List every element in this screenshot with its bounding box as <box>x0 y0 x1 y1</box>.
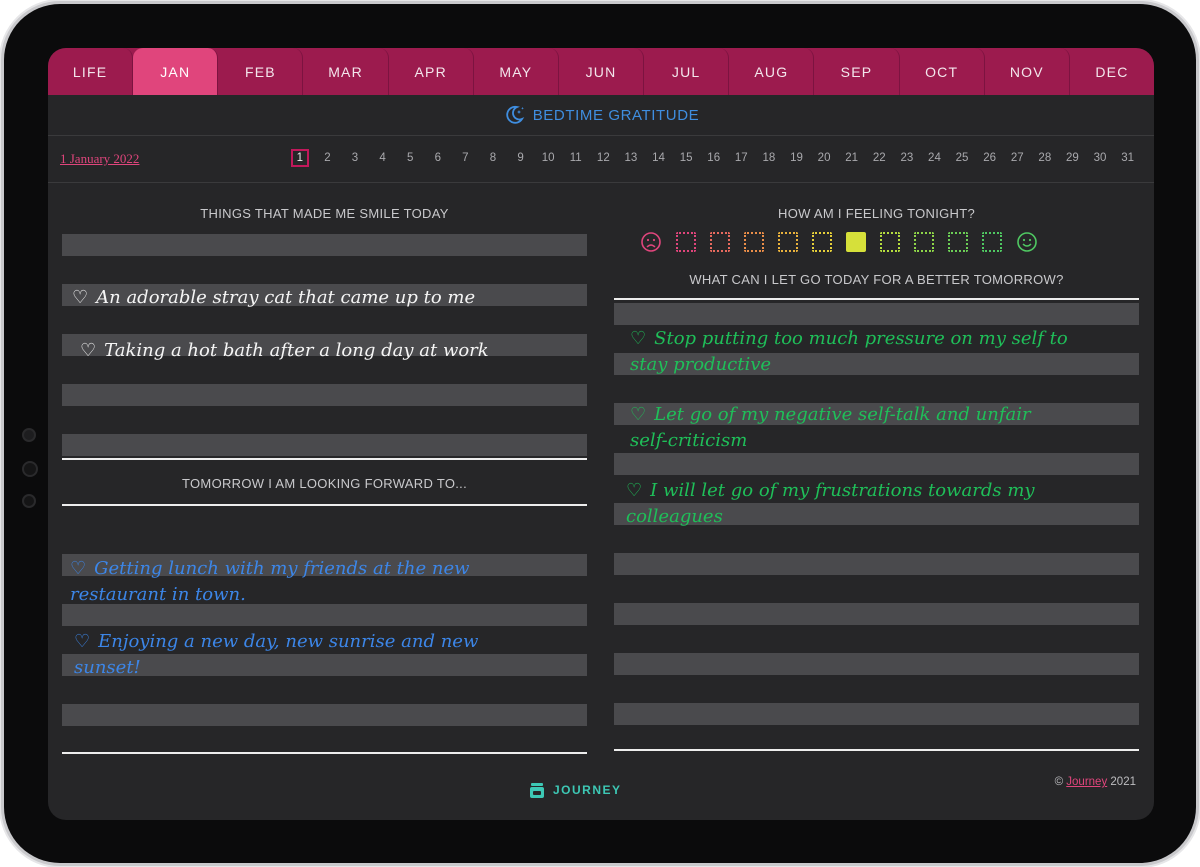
day-21[interactable]: 21 <box>838 147 866 169</box>
smile-heading: THINGS THAT MADE ME SMILE TODAY <box>200 206 449 221</box>
mood-box-6[interactable] <box>846 232 866 252</box>
sensor-dot <box>22 461 38 477</box>
day-13[interactable]: 13 <box>617 147 645 169</box>
month-tab-mar[interactable]: MAR <box>303 48 389 95</box>
day-14[interactable]: 14 <box>645 147 673 169</box>
day-20[interactable]: 20 <box>810 147 838 169</box>
sad-face-icon[interactable] <box>640 231 662 253</box>
mood-box-9[interactable] <box>948 232 968 252</box>
month-tab-life[interactable]: LIFE <box>48 48 134 95</box>
month-tab-dec[interactable]: DEC <box>1070 48 1154 95</box>
sensor-dot-2 <box>22 494 36 508</box>
day-7[interactable]: 7 <box>452 147 480 169</box>
page-title-bar: BEDTIME GRATITUDE <box>48 95 1154 136</box>
month-tab-jan[interactable]: JAN <box>133 48 219 95</box>
day-19[interactable]: 19 <box>783 147 811 169</box>
day-28[interactable]: 28 <box>1031 147 1059 169</box>
day-2[interactable]: 2 <box>314 147 342 169</box>
current-date-link[interactable]: 1 January 2022 <box>60 151 139 167</box>
month-tab-oct[interactable]: OCT <box>900 48 985 95</box>
feeling-heading: HOW AM I FEELING TONIGHT? <box>778 206 975 221</box>
forward-entry[interactable]: ♡ Getting lunch with my friends at the ne… <box>70 530 470 608</box>
heart-icon: ♡ <box>80 340 97 361</box>
heart-icon: ♡ <box>630 404 647 425</box>
month-tab-aug[interactable]: AUG <box>729 48 815 95</box>
happy-face-icon[interactable] <box>1016 231 1038 253</box>
logo-text: JOURNEY <box>553 783 622 797</box>
journey-link[interactable]: Journey <box>1066 776 1107 788</box>
heart-icon: ♡ <box>74 631 91 652</box>
mood-box-7[interactable] <box>880 232 900 252</box>
forward-entry[interactable]: ♡ Enjoying a new day, new sunrise and new… <box>74 603 478 681</box>
day-27[interactable]: 27 <box>1003 147 1031 169</box>
mood-box-3[interactable] <box>744 232 764 252</box>
mood-box-8[interactable] <box>914 232 934 252</box>
journey-jar-icon <box>530 783 544 798</box>
letgo-entry[interactable]: ♡ Let go of my negative self-talk and unf… <box>630 376 1031 454</box>
day-10[interactable]: 10 <box>534 147 562 169</box>
letgo-entry[interactable]: ♡ Stop putting too much pressure on my se… <box>630 300 1068 378</box>
day-29[interactable]: 29 <box>1059 147 1087 169</box>
smile-entry[interactable]: ♡ Taking a hot bath after a long day at w… <box>80 312 489 364</box>
mood-box-4[interactable] <box>778 232 798 252</box>
day-selector-bar: 1 January 2022 1 2 3 4 5 6 7 8 9 10 11 12 13 14 15 16 17… <box>48 136 1154 183</box>
mood-box-5[interactable] <box>812 232 832 252</box>
day-selector: 1 2 3 4 5 6 7 8 9 10 11 12 13 14 15 16 17 18 19 20 21 22 23 24 2… <box>286 147 1141 169</box>
day-11[interactable]: 11 <box>562 147 590 169</box>
day-12[interactable]: 12 <box>590 147 618 169</box>
heart-icon: ♡ <box>626 480 643 501</box>
mood-scale <box>640 231 1038 253</box>
day-5[interactable]: 5 <box>396 147 424 169</box>
heart-icon: ♡ <box>70 558 87 579</box>
day-4[interactable]: 4 <box>369 147 397 169</box>
day-16[interactable]: 16 <box>700 147 728 169</box>
month-tab-sep[interactable]: SEP <box>814 48 900 95</box>
planner-screen: LIFE JAN FEB MAR APR MAY JUN JUL AUG SEP OCT NOV DEC… <box>48 48 1154 820</box>
day-6[interactable]: 6 <box>424 147 452 169</box>
journey-logo[interactable]: JOURNEY <box>528 781 622 799</box>
month-tab-nov[interactable]: NOV <box>985 48 1070 95</box>
month-tab-jun[interactable]: JUN <box>559 48 645 95</box>
forward-heading: TOMORROW I AM LOOKING FORWARD TO... <box>182 476 467 491</box>
month-tab-apr[interactable]: APR <box>389 48 474 95</box>
letgo-heading: WHAT CAN I LET GO TODAY FOR A BETTER TOM… <box>689 272 1064 287</box>
day-23[interactable]: 23 <box>893 147 921 169</box>
mood-box-1[interactable] <box>676 232 696 252</box>
mood-box-2[interactable] <box>710 232 730 252</box>
letgo-entry[interactable]: ♡ I will let go of my frustrations toward… <box>626 452 1035 530</box>
day-15[interactable]: 15 <box>672 147 700 169</box>
page-title: BEDTIME GRATITUDE <box>532 106 700 124</box>
moon-stars-icon <box>505 105 524 124</box>
day-22[interactable]: 22 <box>865 147 893 169</box>
heart-icon: ♡ <box>72 287 89 308</box>
camera-dot <box>22 428 36 442</box>
copyright: © Journey 2021 <box>1054 776 1136 788</box>
day-8[interactable]: 8 <box>479 147 507 169</box>
day-18[interactable]: 18 <box>755 147 783 169</box>
day-24[interactable]: 24 <box>921 147 949 169</box>
day-1[interactable]: 1 <box>286 147 314 169</box>
day-30[interactable]: 30 <box>1086 147 1114 169</box>
mood-box-10[interactable] <box>982 232 1002 252</box>
heart-icon: ♡ <box>630 328 647 349</box>
day-3[interactable]: 3 <box>341 147 369 169</box>
month-tab-may[interactable]: MAY <box>474 48 559 95</box>
day-25[interactable]: 25 <box>948 147 976 169</box>
day-9[interactable]: 9 <box>507 147 535 169</box>
month-tab-feb[interactable]: FEB <box>218 48 304 95</box>
day-31[interactable]: 31 <box>1114 147 1142 169</box>
day-17[interactable]: 17 <box>728 147 756 169</box>
day-26[interactable]: 26 <box>976 147 1004 169</box>
smile-entry[interactable]: ♡ An adorable stray cat that came up to m… <box>72 259 475 311</box>
month-tab-jul[interactable]: JUL <box>644 48 730 95</box>
month-tabs: LIFE JAN FEB MAR APR MAY JUN JUL AUG SEP OCT NOV DEC <box>48 48 1154 95</box>
